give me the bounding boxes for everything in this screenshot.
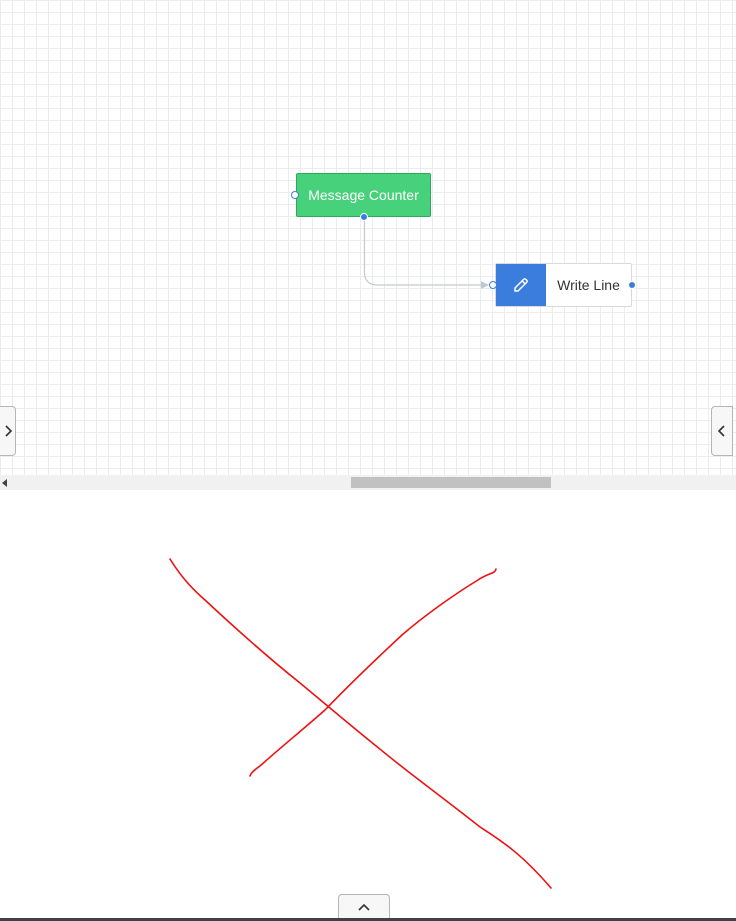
annotation-stroke-1: [169, 558, 552, 889]
write-line-output-port[interactable]: [628, 281, 636, 289]
pencil-icon: [514, 278, 528, 292]
bottom-panel: [0, 490, 736, 919]
message-counter-label: Message Counter: [308, 187, 419, 203]
scrollbar-thumb[interactable]: [351, 477, 551, 488]
write-line-icon-box: [496, 264, 546, 306]
red-x-annotation: [169, 558, 552, 889]
write-line-node[interactable]: Write Line: [495, 263, 632, 307]
message-counter-input-port[interactable]: [291, 191, 299, 199]
chevron-left-icon: [717, 425, 725, 437]
scroll-left-button[interactable]: [0, 478, 10, 488]
message-counter-output-port[interactable]: [360, 213, 368, 221]
left-panel-toggle[interactable]: [0, 406, 16, 456]
workflow-canvas[interactable]: Message Counter Write Line: [0, 0, 736, 475]
message-counter-node[interactable]: Message Counter: [296, 173, 431, 217]
horizontal-scrollbar[interactable]: [0, 475, 736, 490]
write-line-input-port[interactable]: [489, 281, 497, 289]
connection-arrowhead: [481, 281, 489, 289]
write-line-label: Write Line: [557, 277, 620, 293]
bottom-panel-toggle[interactable]: [338, 894, 390, 918]
right-panel-toggle[interactable]: [711, 406, 733, 456]
chevron-up-icon: [358, 903, 370, 911]
connection-line: [363, 221, 481, 286]
chevron-right-icon: [5, 425, 13, 437]
triangle-left-icon: [2, 479, 7, 487]
connection-svg: [363, 221, 489, 289]
